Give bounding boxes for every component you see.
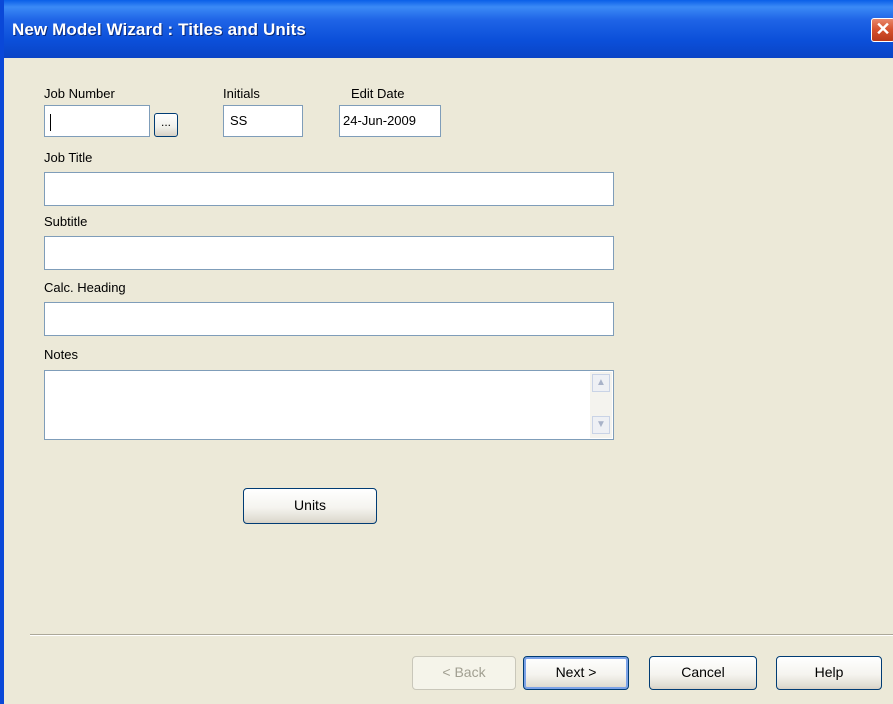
wizard-dialog: New Model Wizard : Titles and Units ✕ Jo… [0, 0, 893, 704]
help-button[interactable]: Help [776, 656, 882, 690]
subtitle-label: Subtitle [44, 214, 88, 229]
job-title-input[interactable] [51, 173, 607, 205]
scroll-down-icon[interactable]: ▼ [592, 416, 610, 434]
calc-heading-input[interactable] [51, 303, 607, 335]
job-number-input[interactable] [51, 106, 143, 136]
initials-field[interactable]: SS [223, 105, 303, 137]
initials-label: Initials [223, 86, 260, 101]
units-button[interactable]: Units [243, 488, 377, 524]
job-number-field[interactable] [44, 105, 150, 137]
close-icon[interactable]: ✕ [871, 18, 893, 42]
title-bar[interactable]: New Model Wizard : Titles and Units ✕ [4, 0, 893, 58]
subtitle-input[interactable] [51, 237, 607, 269]
job-number-browse-button[interactable]: ... [154, 113, 178, 137]
calc-heading-label: Calc. Heading [44, 280, 126, 295]
subtitle-field[interactable] [44, 236, 614, 270]
text-caret [50, 114, 51, 131]
job-number-label: Job Number [44, 86, 115, 101]
job-title-field[interactable] [44, 172, 614, 206]
back-button[interactable]: < Back [412, 656, 516, 690]
notes-textarea[interactable]: ▲ ▼ [44, 370, 614, 440]
calc-heading-field[interactable] [44, 302, 614, 336]
notes-scrollbar[interactable]: ▲ ▼ [590, 372, 612, 438]
footer-separator [30, 634, 893, 636]
notes-label: Notes [44, 347, 78, 362]
window-title: New Model Wizard : Titles and Units [12, 20, 306, 39]
job-title-label: Job Title [44, 150, 93, 165]
edit-date-label: Edit Date [351, 86, 405, 101]
next-button[interactable]: Next > [523, 656, 629, 690]
cancel-button[interactable]: Cancel [649, 656, 757, 690]
scroll-up-icon[interactable]: ▲ [592, 374, 610, 392]
edit-date-field[interactable]: 24-Jun-2009 [339, 105, 441, 137]
